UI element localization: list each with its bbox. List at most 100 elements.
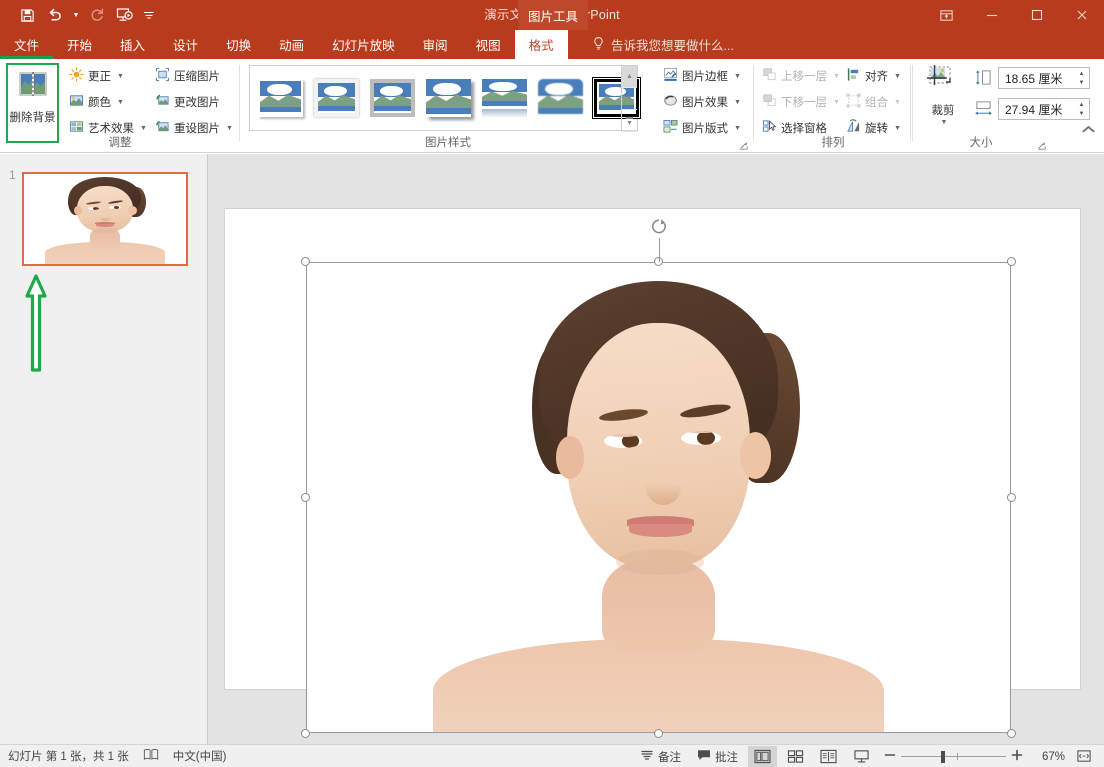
- start-slideshow-icon[interactable]: [112, 3, 138, 27]
- tab-format[interactable]: 格式: [515, 30, 568, 59]
- group-separator: [912, 65, 913, 141]
- shape-height-stepper[interactable]: ▲▼: [1075, 69, 1088, 87]
- ribbon-tab-bar: 文件 开始 插入 设计 切换 动画 幻灯片放映 审阅 视图 格式 告诉我您想要做…: [0, 30, 1104, 59]
- align-button[interactable]: 对齐 ▼: [843, 65, 904, 87]
- tab-slideshow[interactable]: 幻灯片放映: [318, 30, 409, 59]
- chevron-down-icon[interactable]: ▼: [734, 73, 741, 80]
- shape-height-value: 18.65 厘米: [1005, 70, 1062, 87]
- chevron-down-icon[interactable]: ▼: [734, 125, 741, 132]
- save-icon[interactable]: [14, 3, 40, 27]
- chevron-down-icon[interactable]: ▼: [894, 125, 901, 132]
- comments-button[interactable]: 批注: [691, 746, 744, 767]
- minimize-icon[interactable]: [969, 0, 1014, 30]
- notes-icon: [640, 749, 654, 764]
- gallery-more-icon[interactable]: ▬▼: [621, 110, 637, 132]
- zoom-slider[interactable]: [880, 749, 1027, 764]
- rotate-label: 旋转: [865, 120, 888, 136]
- shape-width-input[interactable]: 27.94 厘米 ▲▼: [998, 98, 1090, 120]
- resize-handle-bottom-center[interactable]: [654, 729, 663, 738]
- collapse-ribbon-icon[interactable]: [1078, 119, 1098, 139]
- fit-slide-to-window-icon[interactable]: [1069, 746, 1098, 767]
- shape-width-icon: [974, 100, 993, 122]
- shape-width-stepper[interactable]: ▲▼: [1075, 100, 1088, 118]
- rotation-handle-icon[interactable]: [649, 217, 669, 237]
- chevron-down-icon[interactable]: ▼: [226, 125, 233, 132]
- slide-canvas[interactable]: [224, 208, 1081, 690]
- resize-handle-bottom-right[interactable]: [1007, 729, 1016, 738]
- ribbon-display-options-icon[interactable]: [924, 0, 969, 30]
- picture-border-button[interactable]: 图片边框 ▼: [660, 65, 744, 87]
- tab-animations[interactable]: 动画: [265, 30, 318, 59]
- resize-handle-bottom-left[interactable]: [301, 729, 310, 738]
- tab-transitions[interactable]: 切换: [212, 30, 265, 59]
- change-picture-button[interactable]: 更改图片: [152, 91, 223, 113]
- compress-pictures-button[interactable]: 压缩图片: [152, 65, 223, 87]
- chevron-down-icon[interactable]: ▼: [894, 73, 901, 80]
- language-text[interactable]: 中文(中国): [173, 748, 227, 764]
- shape-height-input[interactable]: 18.65 厘米 ▲▼: [998, 67, 1090, 89]
- undo-dropdown-caret[interactable]: ▼: [70, 3, 82, 27]
- gallery-scroll-up-icon[interactable]: ▲: [621, 66, 637, 88]
- gallery-item-5[interactable]: [538, 79, 583, 117]
- resize-handle-middle-right[interactable]: [1007, 493, 1016, 502]
- tab-insert[interactable]: 插入: [106, 30, 159, 59]
- accessibility-icon[interactable]: [143, 748, 159, 765]
- zoom-level-text[interactable]: 67%: [1031, 751, 1065, 763]
- corrections-button[interactable]: 更正 ▼: [66, 65, 127, 87]
- picture-styles-dialog-launcher[interactable]: [738, 138, 750, 150]
- size-dialog-launcher[interactable]: [1036, 138, 1048, 150]
- group-separator: [910, 65, 911, 141]
- tab-view[interactable]: 视图: [462, 30, 515, 59]
- chevron-down-icon[interactable]: ▼: [140, 125, 147, 132]
- view-slide-sorter-icon[interactable]: [781, 746, 810, 767]
- view-normal-icon[interactable]: [748, 746, 777, 767]
- zoom-out-icon[interactable]: [884, 749, 896, 764]
- zoom-in-icon[interactable]: [1011, 749, 1023, 764]
- close-icon[interactable]: [1059, 0, 1104, 30]
- tab-review[interactable]: 审阅: [409, 30, 462, 59]
- color-label: 颜色: [88, 94, 111, 110]
- gallery-item-2[interactable]: [370, 79, 415, 117]
- slide-number-label: 1: [9, 168, 16, 182]
- resize-handle-top-left[interactable]: [301, 257, 310, 266]
- tell-me-search[interactable]: 告诉我您想要做什么...: [592, 30, 734, 59]
- gallery-scrollbar[interactable]: ▲ ▼ ▬▼: [621, 66, 637, 132]
- color-button[interactable]: 颜色 ▼: [66, 91, 127, 113]
- notes-button[interactable]: 备注: [634, 746, 687, 767]
- picture-layout-icon: [663, 119, 678, 137]
- tab-home[interactable]: 开始: [53, 30, 106, 59]
- undo-icon[interactable]: [42, 3, 68, 27]
- ribbon-group-picture-styles: ▲ ▼ ▬▼ 图片样式: [241, 59, 655, 153]
- group-separator: [753, 65, 754, 141]
- gallery-scroll-down-icon[interactable]: ▼: [621, 88, 637, 110]
- reset-picture-icon: [155, 119, 170, 137]
- tab-design[interactable]: 设计: [159, 30, 212, 59]
- customize-qat-icon[interactable]: [140, 3, 158, 27]
- gallery-item-3[interactable]: [426, 79, 471, 117]
- picture-layout-button[interactable]: 图片版式 ▼: [660, 117, 744, 139]
- selection-pane-label: 选择窗格: [781, 120, 827, 136]
- view-reading-icon[interactable]: [814, 746, 843, 767]
- picture-effects-button[interactable]: 图片效果 ▼: [660, 91, 744, 113]
- comment-icon: [697, 749, 711, 764]
- chevron-down-icon[interactable]: ▼: [117, 99, 124, 106]
- resize-handle-top-right[interactable]: [1007, 257, 1016, 266]
- zoom-slider-track[interactable]: [901, 751, 1006, 763]
- gallery-item-4[interactable]: [482, 79, 527, 117]
- chevron-down-icon[interactable]: ▼: [734, 99, 741, 106]
- view-slideshow-icon[interactable]: [847, 746, 876, 767]
- comments-label: 批注: [715, 749, 738, 765]
- chevron-down-icon[interactable]: ▼: [941, 119, 948, 126]
- remove-background-button[interactable]: 删除背景: [6, 63, 59, 143]
- gallery-item-1[interactable]: [314, 79, 359, 117]
- crop-button[interactable]: 裁剪 ▼: [920, 65, 966, 126]
- tab-file[interactable]: 文件: [0, 30, 53, 59]
- slide-canvas-pane[interactable]: [209, 154, 1104, 744]
- zoom-slider-thumb[interactable]: [941, 751, 945, 763]
- maximize-icon[interactable]: [1014, 0, 1059, 30]
- resize-handle-middle-left[interactable]: [301, 493, 310, 502]
- chevron-down-icon[interactable]: ▼: [117, 73, 124, 80]
- gallery-item-0[interactable]: [258, 79, 303, 117]
- picture-styles-gallery[interactable]: ▲ ▼ ▬▼: [249, 65, 638, 131]
- slide-thumbnail-1[interactable]: [22, 172, 188, 266]
